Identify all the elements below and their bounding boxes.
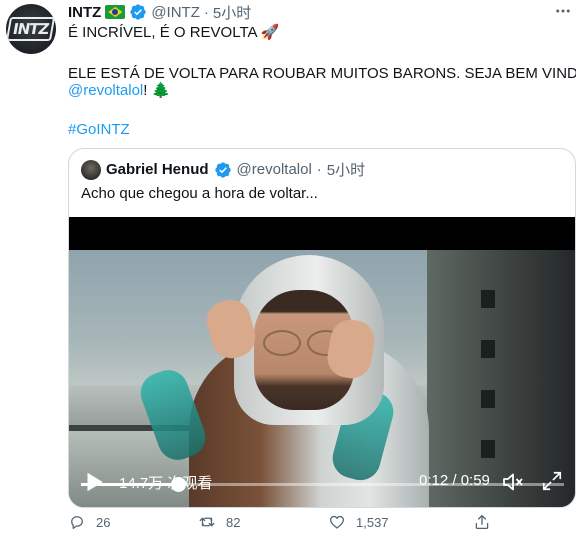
tweet-text-line-1: É INCRÍVEL, É O REVOLTA 🚀: [68, 24, 280, 41]
share-icon: [475, 514, 489, 530]
verified-badge-icon: [130, 4, 147, 20]
tweet-time[interactable]: 5小时: [213, 2, 251, 23]
mute-icon[interactable]: [501, 470, 525, 494]
quoted-time: 5小时: [326, 162, 366, 179]
brazil-flag-icon: [105, 5, 126, 19]
quoted-text: Acho que chegou a hora de voltar...: [81, 185, 318, 202]
author-name[interactable]: INTZ: [68, 4, 101, 21]
quoted-tweet-card[interactable]: Gabriel Henud @revoltalol · 5小时 Acho que…: [68, 148, 576, 508]
video-player[interactable]: 14.7万 次观看 0:12 / 0:59: [69, 217, 575, 507]
tweet-header: INTZ @INTZ · 5小时: [68, 2, 251, 22]
quoted-avatar: [81, 159, 101, 180]
reply-button[interactable]: 26: [68, 513, 110, 531]
hashtag-line: #GoINTZ: [68, 120, 130, 140]
tweet-text-line-3: @revoltalol! 🌲: [68, 81, 170, 101]
play-icon[interactable]: [81, 469, 107, 495]
like-button[interactable]: 1,537: [328, 513, 389, 531]
quoted-author-name: Gabriel Henud: [106, 161, 209, 178]
retweet-count: 82: [226, 514, 241, 530]
share-button[interactable]: [473, 513, 491, 531]
verified-badge-icon: [214, 161, 231, 178]
retweet-button[interactable]: 82: [198, 513, 240, 531]
video-view-count: 14.7万 次观看: [119, 475, 213, 492]
fullscreen-icon[interactable]: [541, 470, 563, 492]
mention-link[interactable]: @revoltalol: [68, 82, 143, 99]
author-avatar[interactable]: INTZ: [6, 4, 56, 54]
reply-icon: [71, 516, 83, 530]
mention-suffix: ! 🌲: [143, 82, 171, 99]
separator-dot: ·: [316, 161, 322, 178]
avatar-logo-text: INTZ: [6, 17, 56, 41]
separator-dot: ·: [203, 3, 209, 21]
video-timer: 0:12 / 0:59: [419, 472, 490, 489]
more-icon: [556, 9, 570, 13]
more-options-button[interactable]: [552, 0, 574, 22]
retweet-icon: [199, 517, 215, 527]
tweet-actions: 26 82 1,537: [68, 513, 548, 533]
reply-count: 26: [96, 514, 111, 530]
author-handle[interactable]: @INTZ: [151, 4, 200, 21]
hashtag-link[interactable]: #GoINTZ: [68, 121, 130, 138]
quoted-handle: @revoltalol: [236, 161, 312, 178]
like-count: 1,537: [356, 514, 389, 530]
quoted-header: Gabriel Henud @revoltalol · 5小时: [81, 159, 365, 180]
video-controls: 14.7万 次观看 0:12 / 0:59: [69, 467, 575, 497]
like-icon: [329, 515, 345, 529]
